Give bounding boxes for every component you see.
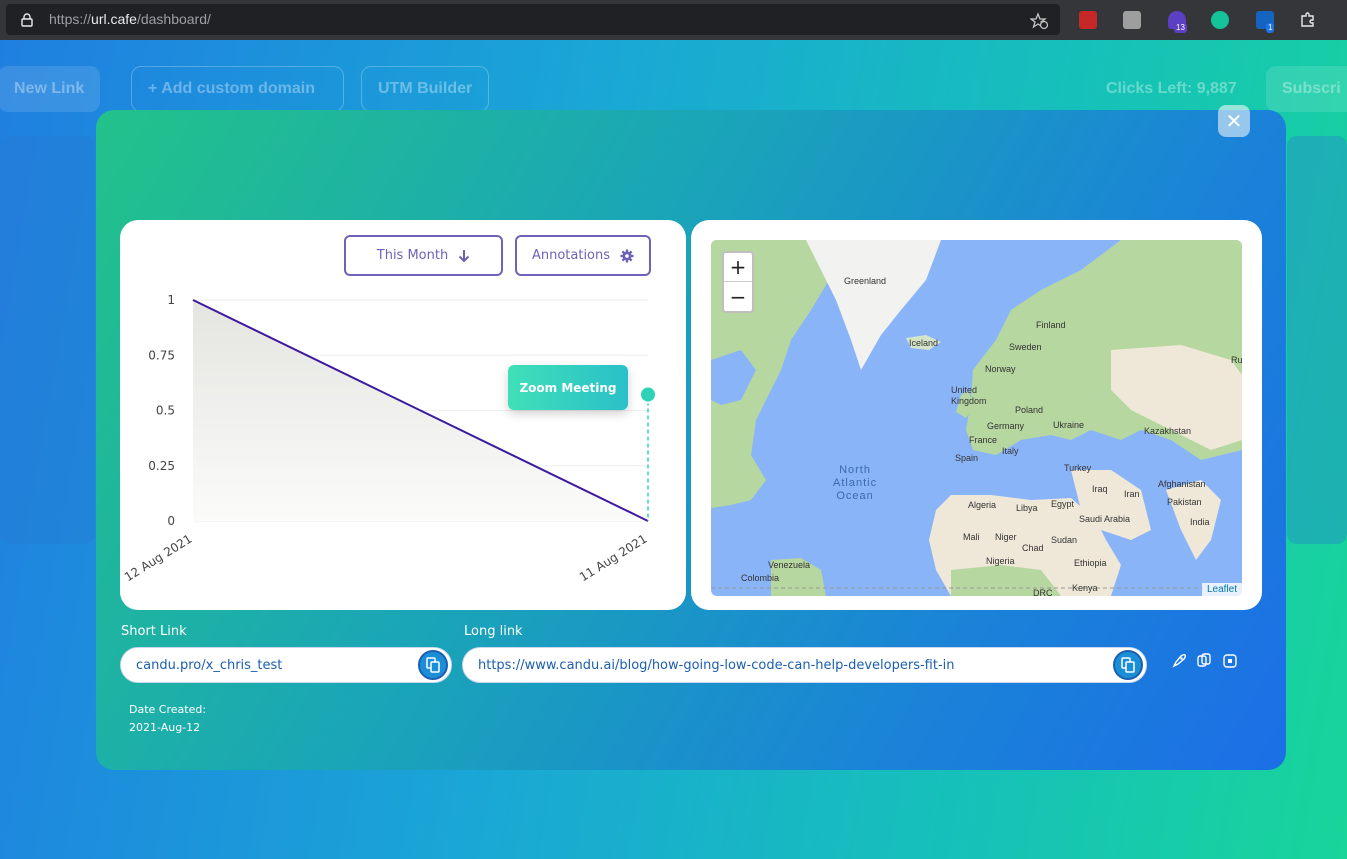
y-tick-label: 1: [167, 293, 175, 307]
map-label: Chad: [1022, 543, 1044, 553]
world-map[interactable]: North Atlantic Ocean Greenland Iceland Fin…: [711, 240, 1242, 596]
bookmark-star-icon[interactable]: [1030, 12, 1048, 30]
zoom-in-button[interactable]: +: [724, 253, 752, 282]
map-label: Greenland: [844, 276, 887, 286]
long-link-label: Long link: [464, 624, 523, 639]
clicks-chart-card: This Month Annotations 1 0.75 0.5 0.25 0 12 A…: [120, 220, 686, 610]
extension-badge: 1: [1266, 23, 1275, 33]
annotation-marker: [639, 385, 657, 404]
url-text: https://url.cafe/dashboard/: [49, 11, 211, 27]
clicks-chart: 1 0.75 0.5 0.25 0 12 Aug 2021 11 Aug 2021: [122, 293, 657, 585]
map-label: Iceland: [909, 338, 939, 348]
map-label: Iran: [1124, 489, 1140, 499]
date-created-value: 2021-Aug-12: [129, 721, 201, 734]
new-link-button: New Link: [0, 66, 101, 112]
map-landmass: [711, 240, 1242, 596]
extension-badge: 13: [1174, 23, 1187, 33]
duplicate-icon[interactable]: [1196, 653, 1212, 669]
copy-long-link-button[interactable]: [1113, 650, 1143, 680]
map-label: Nigeria: [986, 556, 1015, 566]
short-link-field[interactable]: candu.pro/x_chris_test: [120, 647, 452, 683]
annotation-tooltip[interactable]: Zoom Meeting: [508, 365, 628, 410]
date-created-label: Date Created:: [129, 703, 207, 716]
copy-short-link-button[interactable]: [418, 650, 448, 680]
map-label: France: [969, 435, 998, 445]
map-label: Ru: [1231, 355, 1242, 365]
map-label: Turkey: [1064, 463, 1092, 473]
rocket-icon[interactable]: [1171, 653, 1187, 669]
close-button[interactable]: ✕: [1218, 105, 1250, 137]
add-custom-domain-button: + Add custom domain: [131, 66, 344, 112]
map-label: Germany: [987, 421, 1025, 431]
puzzle-icon[interactable]: [1299, 11, 1317, 29]
map-label: DRC: [1033, 588, 1053, 596]
map-label: Kazakhstan: [1144, 426, 1192, 436]
lock-icon: [21, 13, 33, 27]
map-label: Mali: [963, 532, 980, 542]
copy-icon: [426, 657, 440, 673]
map-label: Egypt: [1051, 499, 1075, 509]
map-card: North Atlantic Ocean Greenland Iceland Fin…: [691, 220, 1262, 610]
address-bar[interactable]: https://url.cafe/dashboard/: [6, 4, 1060, 35]
leaflet-attribution[interactable]: Leaflet: [1201, 583, 1242, 596]
close-icon: ✕: [1225, 109, 1243, 133]
qr-code-icon[interactable]: [1222, 653, 1238, 669]
short-link-label: Short Link: [121, 624, 187, 639]
utm-builder-button: UTM Builder: [361, 66, 490, 112]
y-tick-label: 0.25: [148, 459, 175, 473]
y-tick-label: 0: [167, 514, 175, 528]
map-label: India: [1190, 517, 1210, 527]
long-link-field[interactable]: https://www.candu.ai/blog/how-going-low-…: [462, 647, 1147, 683]
background-card: [0, 136, 95, 544]
map-label: Kenya: [1072, 583, 1098, 593]
map-label: United Kingdom: [951, 385, 987, 406]
map-label: Spain: [955, 453, 979, 463]
y-tick-label: 0.5: [156, 404, 175, 418]
y-tick-label: 0.75: [148, 348, 175, 362]
extension-red-icon[interactable]: [1079, 11, 1097, 29]
map-label: Finland: [1036, 320, 1066, 330]
copy-icon: [1121, 657, 1135, 673]
zoom-out-button[interactable]: −: [724, 282, 752, 311]
x-tick-label: 11 Aug 2021: [577, 532, 650, 585]
map-label: Italy: [1002, 446, 1019, 456]
map-label: Libya: [1016, 503, 1038, 513]
background-card: [1287, 136, 1347, 544]
map-label: Ethiopia: [1074, 558, 1107, 568]
x-tick-label: 12 Aug 2021: [122, 532, 195, 585]
map-label: Colombia: [741, 573, 780, 583]
map-label: Iraq: [1092, 484, 1108, 494]
map-label: Niger: [995, 532, 1017, 542]
browser-toolbar: https://url.cafe/dashboard/ 13 1: [0, 0, 1347, 40]
subscribe-button: Subscri: [1266, 66, 1347, 112]
map-label: Ukraine: [1053, 420, 1085, 430]
map-label: Pakistan: [1167, 497, 1202, 507]
ocean-label: North Atlantic Ocean: [833, 464, 878, 502]
map-label: Algeria: [968, 500, 997, 510]
map-label: Poland: [1015, 405, 1044, 415]
map-label: Sweden: [1009, 342, 1042, 352]
map-label: Sudan: [1051, 535, 1078, 545]
map-label: Afghanistan: [1158, 479, 1206, 489]
grammarly-icon[interactable]: [1211, 11, 1229, 29]
extension-gray-icon[interactable]: [1123, 11, 1141, 29]
map-label: Venezuela: [768, 560, 811, 570]
map-label: Saudi Arabia: [1079, 514, 1131, 524]
map-zoom-control: + −: [722, 251, 754, 313]
map-label: Norway: [985, 364, 1016, 374]
